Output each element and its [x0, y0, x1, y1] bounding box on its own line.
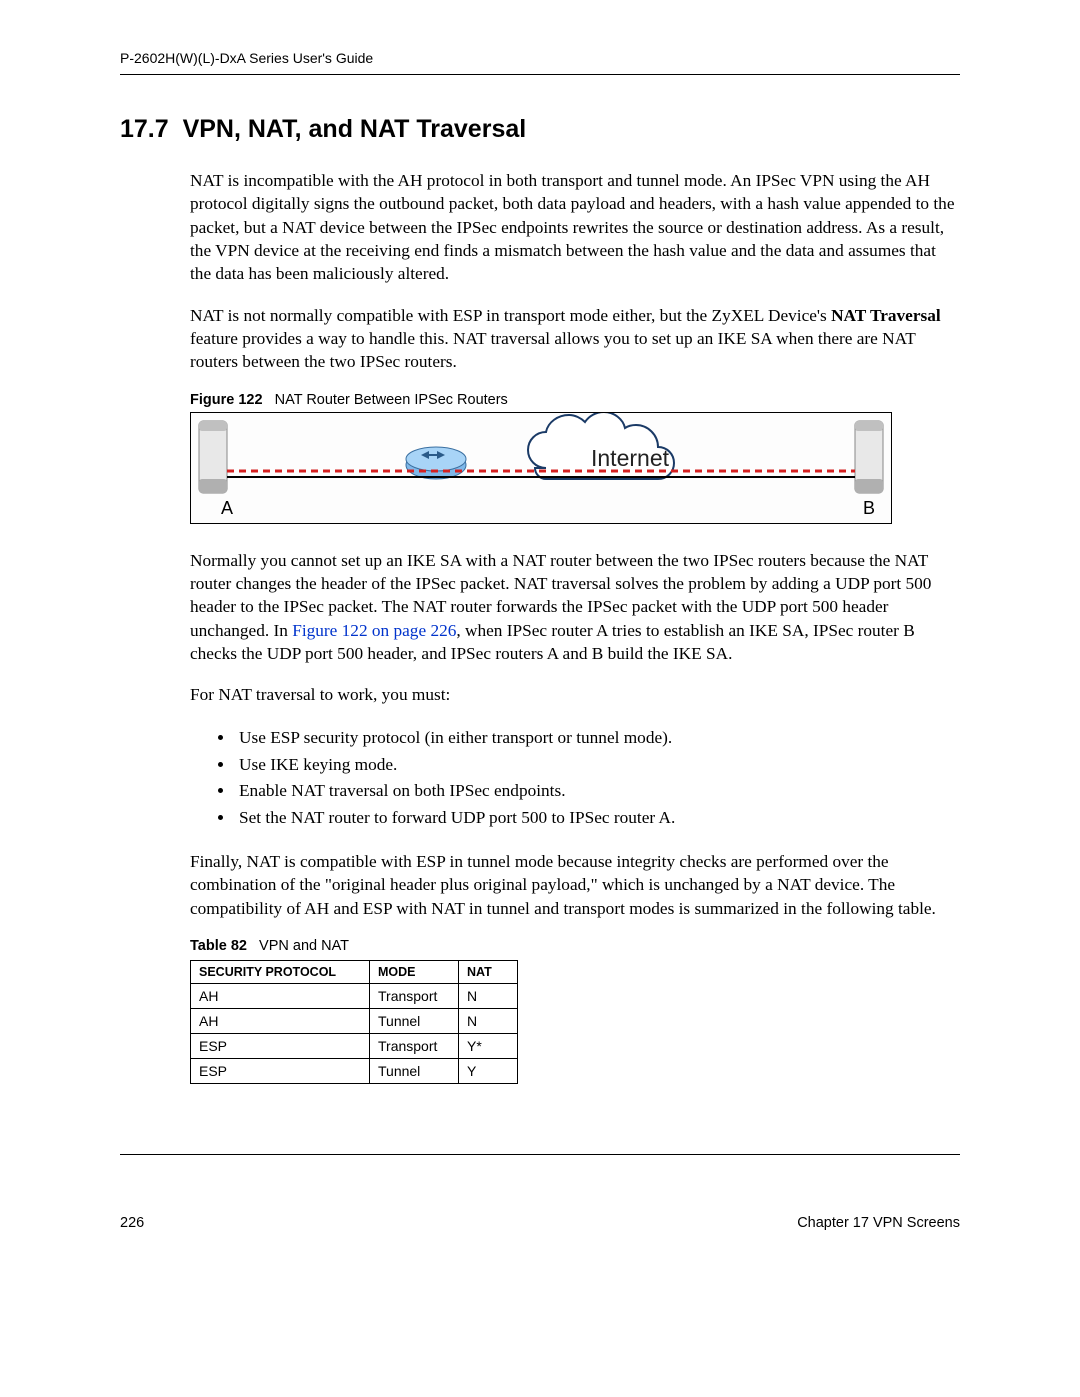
paragraph-3: Normally you cannot set up an IKE SA wit…	[120, 549, 960, 666]
list-item: Use IKE keying mode.	[235, 752, 960, 779]
figure-svg	[191, 413, 891, 523]
figure-node-b-label: B	[863, 498, 875, 519]
table-header-cell: MODE	[370, 961, 459, 984]
header-rule	[120, 74, 960, 75]
paragraph-5: Finally, NAT is compatible with ESP in t…	[120, 850, 960, 920]
footer-rule	[120, 1154, 960, 1155]
table-row: AH Tunnel N	[191, 1009, 518, 1034]
list-item: Enable NAT traversal on both IPSec endpo…	[235, 778, 960, 805]
table-cell: Y	[459, 1059, 518, 1084]
paragraph-1: NAT is incompatible with the AH protocol…	[120, 169, 960, 286]
table-row: ESP Tunnel Y	[191, 1059, 518, 1084]
router-a-icon	[199, 421, 227, 493]
figure-node-a-label: A	[221, 498, 233, 519]
table-cell: AH	[191, 1009, 370, 1034]
section-title: VPN, NAT, and NAT Traversal	[183, 115, 527, 143]
table-row: AH Transport N	[191, 984, 518, 1009]
internet-label: Internet	[591, 445, 669, 472]
table-caption-text: VPN and NAT	[259, 938, 349, 954]
figure-caption-text: NAT Router Between IPSec Routers	[275, 392, 508, 408]
table-caption: Table 82 VPN and NAT	[120, 938, 960, 954]
figure-label: Figure 122	[190, 392, 263, 408]
paragraph-2: NAT is not normally compatible with ESP …	[120, 304, 960, 374]
section-heading: 17.7 VPN, NAT, and NAT Traversal	[120, 115, 960, 144]
list-item: Set the NAT router to forward UDP port 5…	[235, 805, 960, 832]
table-cell: Y*	[459, 1034, 518, 1059]
table-header-row: SECURITY PROTOCOL MODE NAT	[191, 961, 518, 984]
crossref-link[interactable]: Figure 122 on page 226	[292, 621, 456, 640]
paragraph-2-post: feature provides a way to handle this. N…	[190, 329, 915, 371]
table-header-cell: SECURITY PROTOCOL	[191, 961, 370, 984]
section-number: 17.7	[120, 115, 169, 143]
table-cell: Tunnel	[370, 1009, 459, 1034]
figure-diagram: Internet A B	[190, 412, 892, 524]
table-header-cell: NAT	[459, 961, 518, 984]
table-row: ESP Transport Y*	[191, 1034, 518, 1059]
table-cell: Transport	[370, 984, 459, 1009]
table-cell: AH	[191, 984, 370, 1009]
footer-chapter: Chapter 17 VPN Screens	[797, 1215, 960, 1231]
table-cell: ESP	[191, 1034, 370, 1059]
table-cell: N	[459, 984, 518, 1009]
table-cell: ESP	[191, 1059, 370, 1084]
vpn-nat-table: SECURITY PROTOCOL MODE NAT AH Transport …	[190, 960, 518, 1084]
footer-page-number: 226	[120, 1215, 144, 1231]
paragraph-4: For NAT traversal to work, you must:	[120, 683, 960, 706]
table-cell: Tunnel	[370, 1059, 459, 1084]
table-label: Table 82	[190, 938, 247, 954]
paragraph-2-pre: NAT is not normally compatible with ESP …	[190, 306, 831, 325]
nat-router-icon	[406, 447, 466, 479]
figure-caption: Figure 122 NAT Router Between IPSec Rout…	[120, 392, 960, 408]
table-cell: Transport	[370, 1034, 459, 1059]
requirements-list: Use ESP security protocol (in either tra…	[120, 725, 960, 832]
paragraph-2-bold: NAT Traversal	[831, 306, 941, 325]
page-header-title: P-2602H(W)(L)-DxA Series User's Guide	[120, 50, 960, 66]
page-footer: 226 Chapter 17 VPN Screens	[120, 1215, 960, 1231]
list-item: Use ESP security protocol (in either tra…	[235, 725, 960, 752]
router-b-icon	[855, 421, 883, 493]
table-cell: N	[459, 1009, 518, 1034]
